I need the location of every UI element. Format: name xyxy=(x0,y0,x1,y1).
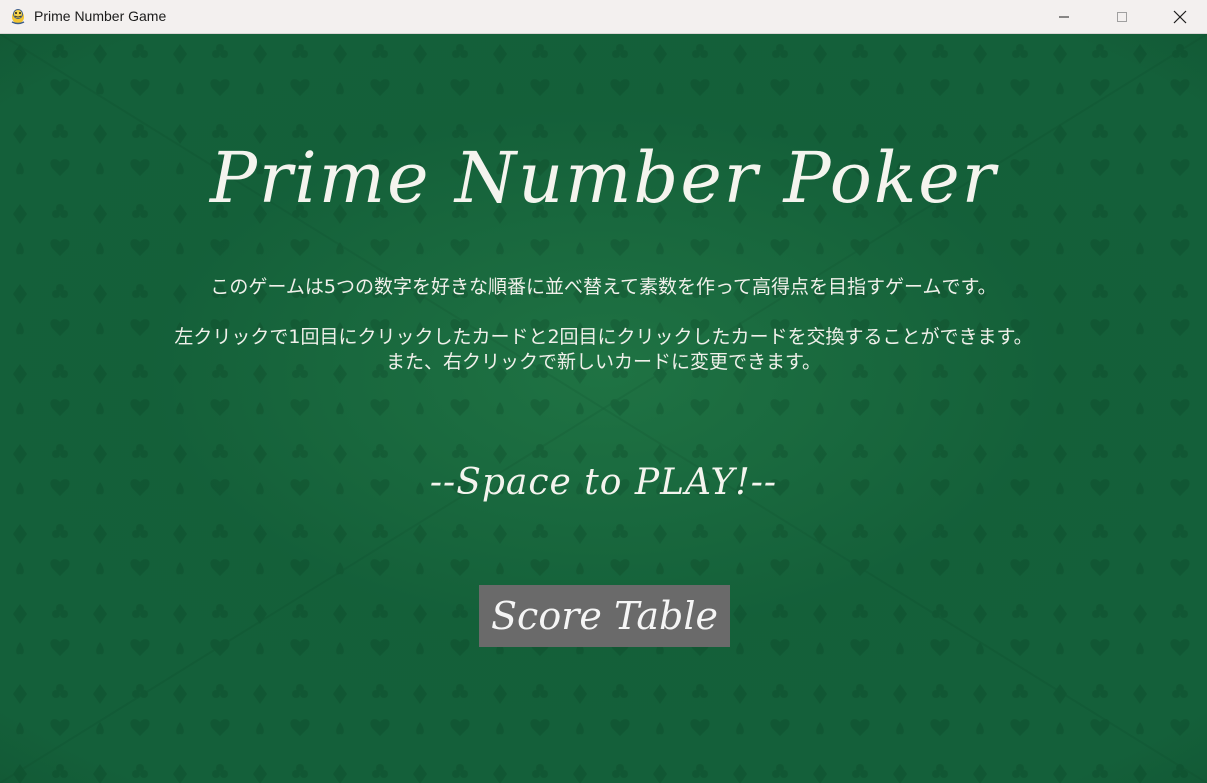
minimize-button[interactable] xyxy=(1035,0,1093,33)
minimize-icon xyxy=(1059,16,1069,17)
description-line-3: また、右クリックで新しいカードに変更できます。 xyxy=(385,351,822,373)
close-button[interactable] xyxy=(1151,0,1207,33)
play-prompt: --Space to PLAY!-- xyxy=(429,462,778,503)
game-canvas[interactable]: Prime Number Poker このゲームは5つの数字を好きな順番に並べ替… xyxy=(0,34,1207,783)
app-window: Prime Number Game Prime Number Poker このゲ… xyxy=(0,0,1207,783)
description-line-1: このゲームは5つの数字を好きな順番に並べ替えて素数を作って高得点を目指すゲームで… xyxy=(210,276,997,298)
window-title: Prime Number Game xyxy=(34,8,167,24)
maximize-button[interactable] xyxy=(1093,0,1151,33)
title-bar[interactable]: Prime Number Game xyxy=(0,0,1207,34)
maximize-icon xyxy=(1117,11,1127,22)
python-snake-icon xyxy=(11,9,25,25)
description-line-2: 左クリックで1回目にクリックしたカードと2回目にクリックしたカードを交換すること… xyxy=(174,326,1033,348)
game-title: Prime Number Poker xyxy=(209,137,998,219)
score-table-button[interactable]: Score Table xyxy=(479,585,730,647)
close-icon xyxy=(1173,10,1187,23)
